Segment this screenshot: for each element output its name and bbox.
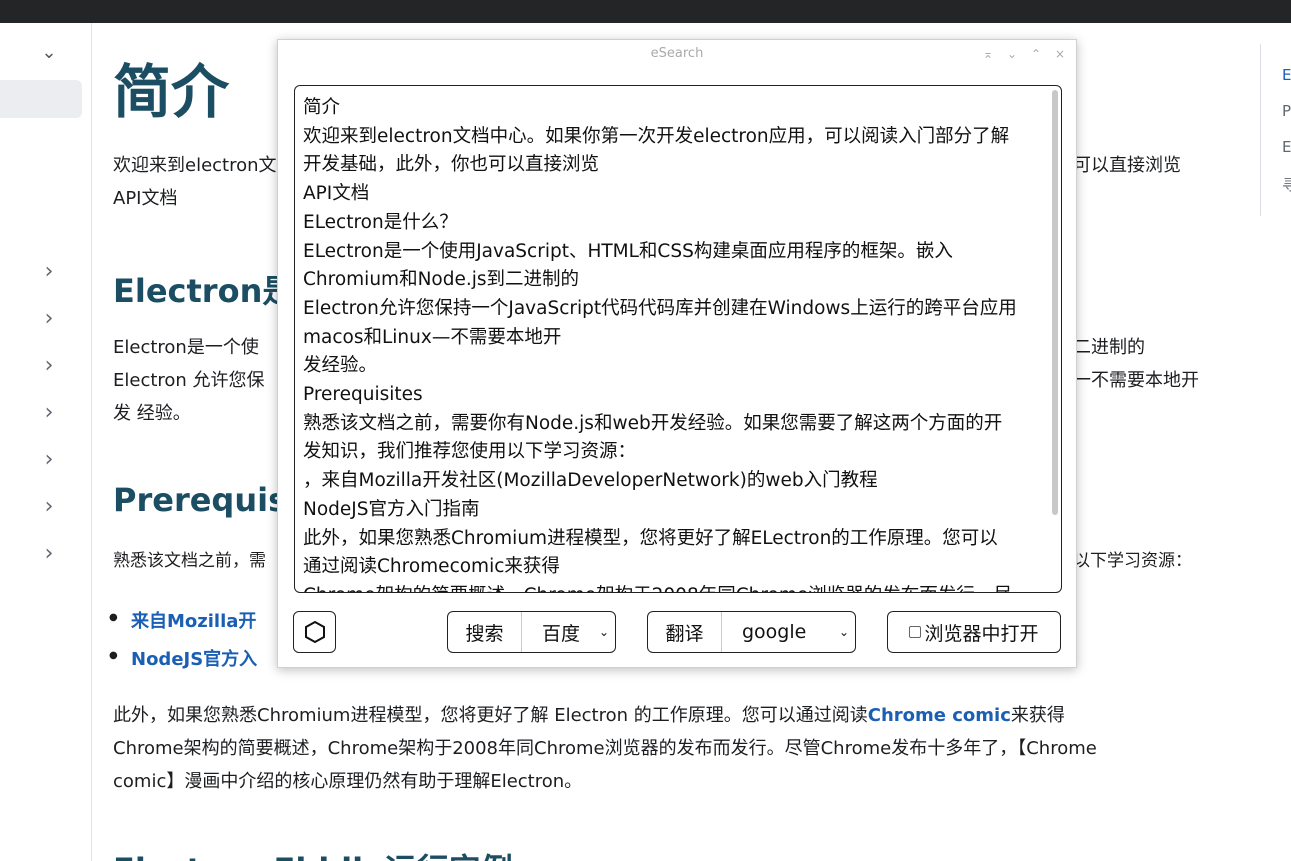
resource-link-mdn[interactable]: 来自Mozilla开 xyxy=(109,607,256,633)
chevron-right-icon[interactable]: › xyxy=(36,353,62,379)
chrome-comic-link[interactable]: Chrome comic xyxy=(868,705,1011,726)
intro-line-2: API文档 xyxy=(113,188,178,209)
chevron-right-icon[interactable]: › xyxy=(36,259,62,285)
esearch-window: eSearch ⌅ ⌄ ⌃ × 简介 欢迎来到electron文档中心。如果你第… xyxy=(277,39,1077,668)
prereq-text: 熟悉该文档之前，需 xyxy=(113,551,266,571)
prereq-text-right: 以下学习资源： xyxy=(1073,551,1192,571)
body-line-3: 发 经验。 xyxy=(113,403,191,424)
chevron-right-icon[interactable]: › xyxy=(36,541,62,567)
maximize-icon[interactable]: ⌃ xyxy=(1028,45,1044,63)
hexagon-menu-button[interactable] xyxy=(293,611,336,653)
chromium-paragraph-line-3: comic】漫画中介绍的核心原理仍然有助于理解Electron。 xyxy=(113,771,583,792)
chevron-right-icon[interactable]: › xyxy=(36,306,62,332)
ocr-text-content[interactable]: 简介 欢迎来到electron文档中心。如果你第一次开发electron应用，可… xyxy=(303,94,1051,592)
hexagon-icon xyxy=(304,620,325,644)
checkbox[interactable] xyxy=(909,626,922,638)
chevron-right-icon[interactable]: › xyxy=(36,400,62,426)
resource-link-nodejs[interactable]: NodeJS官方入 xyxy=(109,645,257,671)
search-engine-select[interactable]: 百度 ⌄ xyxy=(522,612,615,652)
open-in-browser-label: 浏览器中打开 xyxy=(924,622,1039,645)
docs-sidebar: ⌄ › › › › › › › xyxy=(0,23,92,861)
page-title: 简介 xyxy=(113,58,230,126)
window-title: eSearch xyxy=(650,46,704,61)
table-of-contents: E P E 寻 xyxy=(1260,44,1291,216)
translate-group: 翻译 google ⌄ xyxy=(647,611,856,653)
minimize-icon[interactable]: ⌄ xyxy=(1004,45,1020,63)
chevron-right-icon[interactable]: › xyxy=(36,447,62,473)
pin-top-icon[interactable]: ⌅ xyxy=(980,45,996,63)
section-heading-electron: Electron是 xyxy=(113,272,295,310)
search-button[interactable]: 搜索 xyxy=(448,612,522,652)
chromium-paragraph-line-1: 此外，如果您熟悉Chromium进程模型，您将更好了解 Electron 的工作… xyxy=(113,705,1065,726)
toc-item[interactable]: E xyxy=(1282,66,1291,84)
chevron-right-icon[interactable]: › xyxy=(36,494,62,520)
toc-item[interactable]: 寻 xyxy=(1282,174,1291,195)
ocr-text-area[interactable]: 简介 欢迎来到electron文档中心。如果你第一次开发electron应用，可… xyxy=(294,85,1062,593)
body-line-2: Electron 允许您保 xyxy=(113,370,265,391)
body-line-1-right: 二进制的 xyxy=(1073,337,1145,358)
scrollbar[interactable] xyxy=(1052,90,1058,515)
intro-line-1-right: 可以直接浏览 xyxy=(1073,155,1181,176)
translate-button[interactable]: 翻译 xyxy=(648,612,722,652)
browser-top-bar xyxy=(0,0,1291,23)
close-icon[interactable]: × xyxy=(1052,45,1068,63)
translate-engine-select[interactable]: google ⌄ xyxy=(722,612,855,652)
chevron-down-icon: ⌄ xyxy=(838,625,849,639)
intro-line-1: 欢迎来到electron文 xyxy=(113,155,277,176)
open-in-browser-toggle[interactable]: 浏览器中打开 xyxy=(887,611,1061,653)
chromium-paragraph-line-2: Chrome架构的简要概述，Chrome架构于2008年同Chrome浏览器的发… xyxy=(113,738,1097,759)
toc-item[interactable]: E xyxy=(1282,138,1291,156)
search-group: 搜索 百度 ⌄ xyxy=(447,611,616,653)
window-controls: ⌅ ⌄ ⌃ × xyxy=(980,45,1068,63)
body-line-2-right: 一不需要本地开 xyxy=(1073,370,1199,391)
toc-item[interactable]: P xyxy=(1282,102,1291,120)
sidebar-active-item[interactable] xyxy=(0,80,82,118)
body-line-1: Electron是一个使 xyxy=(113,337,259,358)
chevron-down-icon: ⌄ xyxy=(598,625,609,639)
section-heading-fiddle: Electron Fiddle运行实例 xyxy=(113,845,513,861)
collapse-sidebar-icon[interactable]: ⌄ xyxy=(36,40,62,66)
